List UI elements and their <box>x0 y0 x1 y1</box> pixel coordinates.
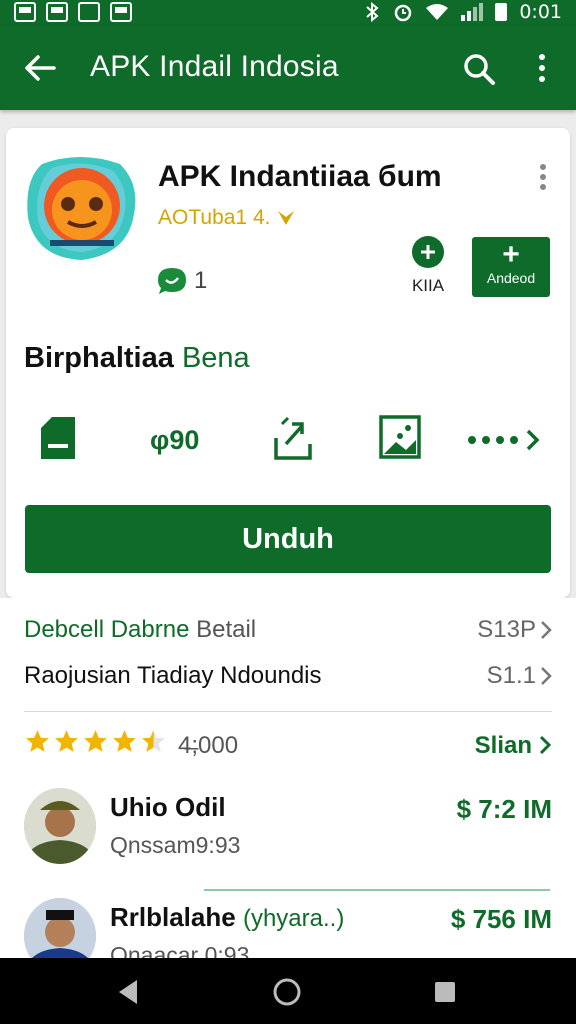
reviewer-name: Uhio Odil <box>110 792 226 823</box>
alarm-icon <box>395 4 412 22</box>
detail-row-2[interactable]: Raojusian Tiadiay Ndoundis S1.1 <box>24 662 552 690</box>
subtitle-part-2: Bena <box>181 342 250 374</box>
status-bar: 0:01 <box>0 0 576 26</box>
back-arrow-icon[interactable] <box>22 50 58 86</box>
back-nav-icon[interactable] <box>113 976 145 1008</box>
detail-row-1-label-a: Debcell Dabrne <box>24 616 190 643</box>
reviewer-name: Rrlblalahe (yhyara..) <box>110 902 344 933</box>
app-title: APK Indantiiaa бum <box>158 160 442 193</box>
add-button-label: Andeod <box>486 270 536 286</box>
chevron-right-icon <box>541 621 552 639</box>
wishlist-label: KIIA <box>411 276 445 295</box>
chevron-right-icon <box>526 429 540 451</box>
more-dots-icon <box>468 414 540 466</box>
app-bar-title: APK Indail Indosia <box>90 50 339 83</box>
battery-icon <box>495 3 508 21</box>
app-subtitle: Birphaltiaa Bena <box>24 342 250 375</box>
card-overflow-icon[interactable] <box>536 162 550 192</box>
bluetooth-icon <box>366 2 379 22</box>
detail-row-1-label-b: Betail <box>196 616 257 643</box>
image-notification-icon <box>78 2 100 22</box>
rating-row[interactable]: 4̶;000 Slian <box>24 728 552 762</box>
signal-icon <box>461 3 484 21</box>
chevron-right-icon <box>539 735 552 755</box>
notification-icon <box>14 2 36 22</box>
detail-row-2-label: Raojusian Tiadiay Ndoundis <box>24 662 322 689</box>
verified-badge-icon <box>278 211 295 225</box>
price-label: φ90 <box>150 425 200 455</box>
status-time: 0:01 <box>519 1 562 23</box>
divider <box>204 889 550 891</box>
see-all-link[interactable]: Slian <box>475 732 532 760</box>
detail-row-2-value: S1.1 <box>486 662 536 689</box>
review-amount: $ 7:2 IM <box>456 794 552 824</box>
reviewer-name-text: Rrlblalahe <box>110 902 236 932</box>
action-row: φ90 <box>24 414 554 470</box>
review-count: 1 <box>156 266 207 296</box>
app-bar: APK Indail Indosia <box>0 26 576 110</box>
share-action[interactable] <box>272 414 314 466</box>
document-icon <box>41 417 75 459</box>
image-gallery-icon <box>379 415 421 459</box>
search-icon[interactable] <box>462 52 496 86</box>
home-nav-icon[interactable] <box>271 976 303 1008</box>
add-button[interactable]: + Andeod <box>472 237 550 297</box>
reviewer-tag: (yhyara..) <box>242 905 345 932</box>
divider <box>24 711 552 712</box>
review-count-value: 1 <box>194 267 208 294</box>
details-section: Debcell Dabrne Betail S13P Raojusian Tia… <box>0 598 576 974</box>
review-amount: $ 756 IM <box>450 904 552 934</box>
app-header-card: APK Indantiiaa бum AOTuba1 4. 1 KIIA + A… <box>6 128 570 598</box>
share-icon <box>274 416 312 460</box>
gallery-action[interactable] <box>378 414 422 466</box>
install-button[interactable]: Unduh <box>25 505 551 573</box>
star-icon <box>55 730 78 752</box>
reviewer-name-text: Uhio Odil <box>110 792 226 822</box>
developer-name[interactable]: AOTuba1 4. <box>158 206 296 230</box>
reviewer-handle: Qnssam9:93 <box>110 832 241 858</box>
add-circle-icon <box>412 236 444 268</box>
app-icon <box>27 157 136 260</box>
system-nav-bar <box>0 958 576 1024</box>
wishlist-button[interactable]: KIIA <box>400 236 456 296</box>
review-item[interactable]: Uhio Odil Qnssam9:93 $ 7:2 IM <box>24 788 552 878</box>
notification-icon <box>46 2 68 22</box>
plus-icon: + <box>502 238 520 271</box>
chat-bubble-icon <box>158 268 186 294</box>
recents-nav-icon[interactable] <box>429 976 461 1008</box>
mail-notification-icon <box>110 2 132 22</box>
developer-label: AOTuba1 4. <box>158 206 271 229</box>
more-actions[interactable] <box>468 414 540 466</box>
rating-count: 4̶;000 <box>178 732 239 759</box>
subtitle-part-1: Birphaltiaa <box>24 342 174 374</box>
wifi-icon <box>426 4 449 20</box>
detail-row-1[interactable]: Debcell Dabrne Betail S13P <box>24 616 552 644</box>
save-action[interactable] <box>38 414 78 466</box>
star-icon <box>84 730 107 752</box>
overflow-menu-icon[interactable] <box>530 50 554 86</box>
star-icon <box>26 730 49 752</box>
star-icon <box>142 730 165 752</box>
chevron-right-icon <box>541 667 552 685</box>
star-icon <box>113 730 136 752</box>
detail-row-1-value: S13P <box>477 616 536 643</box>
avatar <box>24 788 96 864</box>
star-rating <box>24 728 167 754</box>
